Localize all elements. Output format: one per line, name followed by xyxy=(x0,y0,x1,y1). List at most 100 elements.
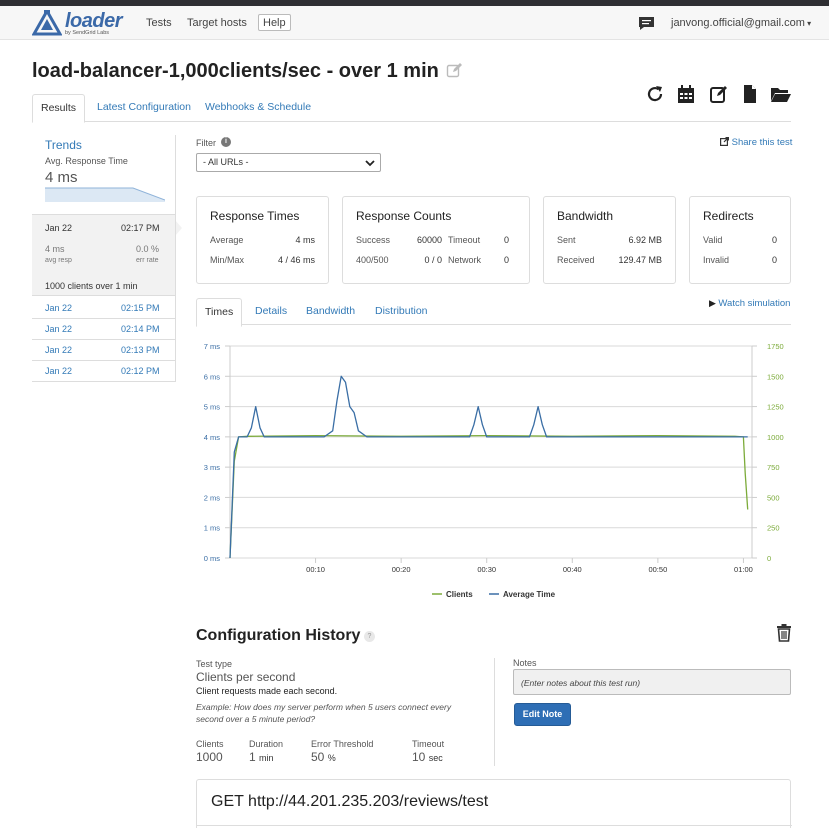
folder-open-icon[interactable] xyxy=(770,84,792,104)
file-icon[interactable] xyxy=(740,84,760,104)
legend-label: Average Time xyxy=(503,590,556,599)
bandwidth-card: Bandwidth Sent 6.92 MB Received 129.47 M… xyxy=(543,196,676,284)
logo-subtitle: by SendGrid Labs xyxy=(65,30,110,36)
received-value: 129.47 MB xyxy=(618,255,662,265)
watch-simulation-link[interactable]: ▶ Watch simulation xyxy=(709,298,790,309)
run-item-date: Jan 22 xyxy=(45,324,73,334)
selected-run-pointer xyxy=(175,220,182,236)
response-counts-card: Response Counts Success 60000 Timeout 0 … xyxy=(342,196,530,284)
tab-distribution[interactable]: Distribution xyxy=(367,298,436,326)
x-tick-label: 00:50 xyxy=(648,565,667,574)
y-left-tick-label: 4 ms xyxy=(204,433,221,442)
tab-latest-configuration[interactable]: Latest Configuration xyxy=(89,94,199,122)
run-item-time: 02:12 PM xyxy=(121,366,160,376)
y-left-tick-label: 2 ms xyxy=(204,493,221,502)
run-item-time: 02:14 PM xyxy=(121,324,160,334)
share-test-label: Share this test xyxy=(731,137,793,148)
y-right-tick-label: 0 xyxy=(767,554,771,563)
help-button[interactable]: Help xyxy=(258,14,291,31)
y-right-tick-label: 250 xyxy=(767,524,780,533)
notes-field[interactable]: (Enter notes about this test run) xyxy=(513,669,791,695)
request-title: GET http://44.201.235.203/reviews/test xyxy=(211,793,489,810)
clients-label: Clients xyxy=(196,739,224,749)
chevron-down-icon xyxy=(365,160,375,167)
tab-bandwidth[interactable]: Bandwidth xyxy=(298,298,363,326)
trends-value: 4 ms xyxy=(45,169,78,186)
response-times-card: Response Times Average 4 ms Min/Max 4 / … xyxy=(196,196,329,284)
user-email: janvong.official@gmail.com xyxy=(671,17,805,29)
card-title: Response Counts xyxy=(356,209,452,223)
edit-note-button[interactable]: Edit Note xyxy=(514,703,571,726)
run-item[interactable]: Jan 22 02:15 PM xyxy=(32,298,176,319)
chat-icon[interactable] xyxy=(638,16,655,31)
refresh-icon[interactable] xyxy=(645,84,665,104)
y-right-tick-label: 1750 xyxy=(767,342,784,351)
page-title: load-balancer-1,000clients/sec - over 1 … xyxy=(32,60,439,82)
card-title: Bandwidth xyxy=(557,209,614,223)
duration-label: Duration xyxy=(249,739,284,749)
duration-number: 1 xyxy=(249,750,256,764)
nav-link-target-hosts[interactable]: Target hosts xyxy=(187,17,247,29)
edit-icon[interactable] xyxy=(709,84,729,104)
run-clients: 1000 clients over 1 min xyxy=(45,281,138,291)
y-left-tick-label: 1 ms xyxy=(204,524,221,533)
tab-details[interactable]: Details xyxy=(247,298,295,326)
nav-link-tests[interactable]: Tests xyxy=(146,17,172,29)
sent-value: 6.92 MB xyxy=(628,235,662,245)
config-divider xyxy=(494,658,495,766)
logo[interactable]: loader by SendGrid Labs xyxy=(31,7,132,38)
selected-run[interactable]: Jan 22 02:17 PM 4 ms avg resp 0.0 % err … xyxy=(32,214,176,296)
y-right-tick-label: 1500 xyxy=(767,372,784,381)
valid-label: Valid xyxy=(703,235,723,245)
valid-value: 0 xyxy=(771,235,777,245)
run-item[interactable]: Jan 22 02:14 PM xyxy=(32,319,176,340)
success-label: Success xyxy=(356,235,391,245)
edit-title-icon[interactable] xyxy=(446,62,463,79)
trash-icon[interactable] xyxy=(776,624,792,642)
minmax-value: 4 / 46 ms xyxy=(277,255,315,265)
url-filter-value: - All URLs - xyxy=(203,157,249,167)
caret-down-icon: ▾ xyxy=(804,19,812,28)
minmax-label: Min/Max xyxy=(210,255,245,265)
run-item-date: Jan 22 xyxy=(45,366,73,376)
calendar-icon[interactable] xyxy=(676,84,696,104)
play-icon: ▶ xyxy=(709,298,719,308)
test-type-label: Test type xyxy=(196,659,233,669)
network-label: Network xyxy=(448,255,482,265)
trends-subtitle: Avg. Response Time xyxy=(45,156,128,166)
filter-label: Filter xyxy=(196,138,216,148)
success-value: 60000 xyxy=(416,235,442,245)
notes-label: Notes xyxy=(513,658,537,668)
run-item-time: 02:15 PM xyxy=(121,303,160,313)
configuration-history-title: Configuration History xyxy=(196,627,361,644)
trends-title[interactable]: Trends xyxy=(45,138,82,152)
run-time: 02:17 PM xyxy=(121,223,160,233)
average-label: Average xyxy=(210,235,244,245)
invalid-value: 0 xyxy=(771,255,777,265)
timeout-label: Timeout xyxy=(412,739,445,749)
run-item-time: 02:13 PM xyxy=(121,345,160,355)
run-date: Jan 22 xyxy=(45,223,73,233)
help-icon[interactable]: ? xyxy=(364,631,375,642)
x-tick-label: 00:40 xyxy=(563,565,582,574)
error-threshold-number: 50 xyxy=(311,750,325,764)
tab-webhooks-schedule[interactable]: Webhooks & Schedule xyxy=(197,94,319,122)
trends-sparkline xyxy=(45,187,165,202)
info-icon[interactable]: i xyxy=(221,137,231,147)
share-test-link[interactable]: Share this test xyxy=(720,137,792,148)
run-item-date: Jan 22 xyxy=(45,345,73,355)
tab-times[interactable]: Times xyxy=(196,298,243,327)
average-value: 4 ms xyxy=(295,235,315,245)
url-filter-select[interactable]: - All URLs - xyxy=(196,153,381,172)
user-menu[interactable]: janvong.official@gmail.com ▾ xyxy=(671,17,811,29)
x-tick-label: 00:10 xyxy=(306,565,325,574)
request-divider xyxy=(197,825,792,826)
duration-unit: min xyxy=(259,753,274,763)
timeout-value: 0 xyxy=(503,235,509,245)
run-item[interactable]: Jan 22 02:13 PM xyxy=(32,340,176,361)
network-value: 0 xyxy=(503,255,509,265)
error-threshold-label: Error Threshold xyxy=(311,739,374,749)
y-right-tick-label: 1250 xyxy=(767,403,784,412)
tab-results[interactable]: Results xyxy=(32,94,86,123)
run-item[interactable]: Jan 22 02:12 PM xyxy=(32,361,176,382)
